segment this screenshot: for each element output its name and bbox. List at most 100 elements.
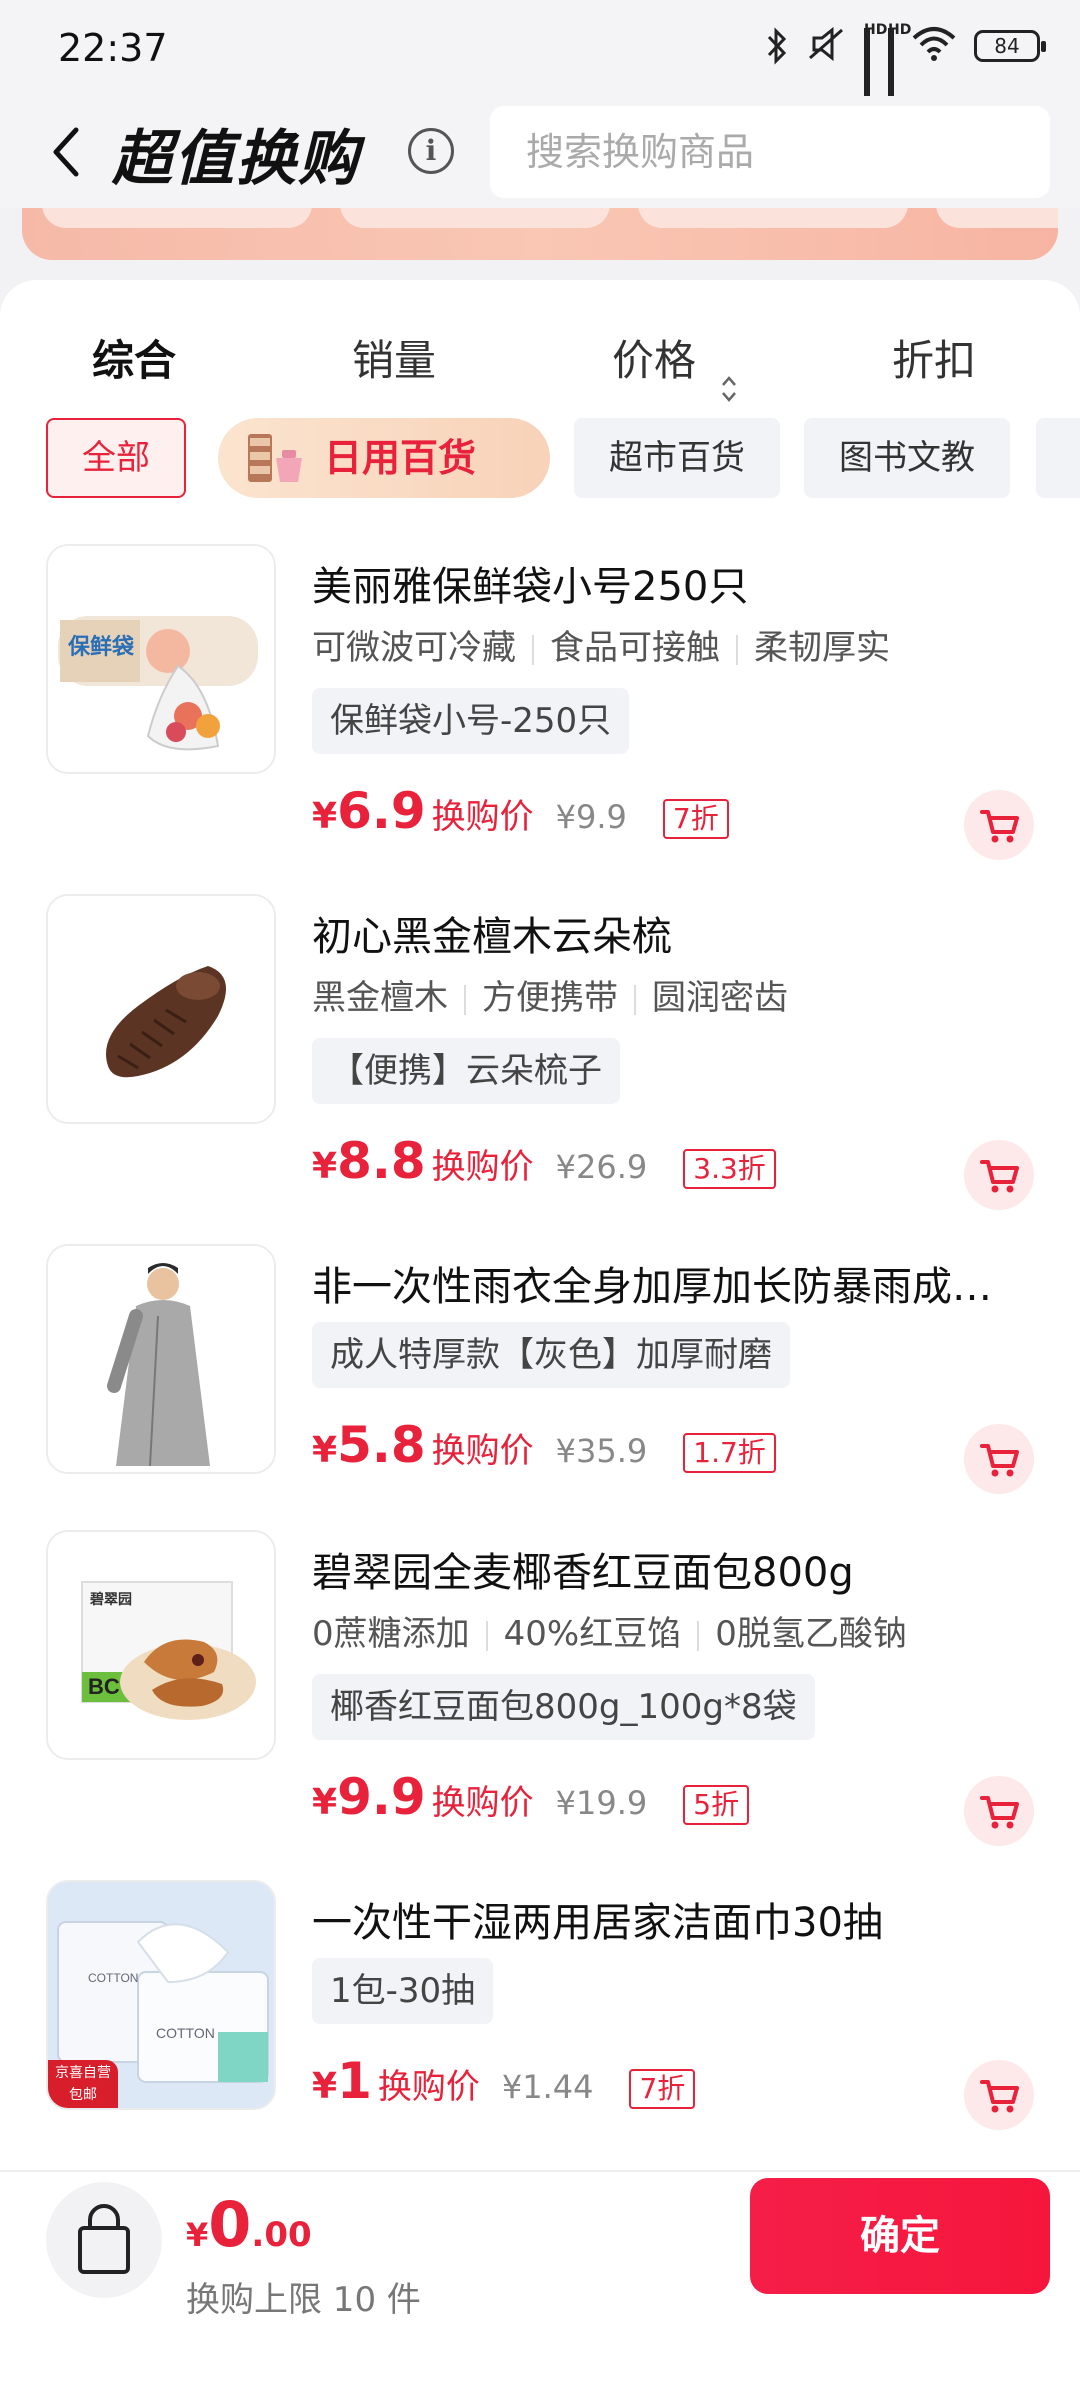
add-to-cart-button[interactable] [964,790,1034,860]
signal-icon-2: HD [888,22,911,138]
product-spec[interactable]: 【便携】云朵梳子 [312,1038,620,1104]
discount-badge: 5折 [683,1785,750,1825]
total-price: ¥0.00 [186,2188,312,2261]
price-label: 换购价 [431,1783,534,1823]
product-image: BC 碧翠园 [46,1530,276,1760]
mute-icon [806,26,846,66]
banner-pill [638,208,908,228]
exchange-price: ¥6.9 [312,782,426,840]
svg-text:COTTON: COTTON [88,1971,138,1985]
promo-banner-strip [22,208,1058,260]
sort-tab-overall[interactable]: 综合 [92,316,176,406]
sort-tabs: 综合 销量 价格 折扣 [0,316,1080,406]
page-title: 超值换购 [112,124,360,194]
product-panel: 综合 销量 价格 折扣 全部 日用百货 超市百货 图书文教 保鲜袋 美丽雅保鲜袋… [0,280,1080,2170]
svg-text:BC: BC [88,1674,120,1699]
original-price: ¥1.44 [501,2068,594,2106]
sort-tab-discount[interactable]: 折扣 [892,316,976,406]
category-filters: 全部 日用百货 超市百货 图书文教 [0,418,1080,500]
product-spec[interactable]: 成人特厚款【灰色】加厚耐磨 [312,1322,790,1388]
product-name: 美丽雅保鲜袋小号250只 [312,564,749,610]
status-time: 22:37 [58,26,168,70]
product-tag: 0脱氢乙酸钠 [715,1614,907,1654]
status-bar: 22:37 HD HD 84 [0,0,1080,138]
exchange-price: ¥5.8 [312,1416,426,1474]
product-image: 保鲜袋 [46,544,276,774]
badge-jd-self-operated: 京喜自营 包邮 [48,2060,118,2108]
original-price: ¥19.9 [555,1784,648,1822]
price-label: 换购价 [431,797,534,837]
add-to-cart-button[interactable] [964,1140,1034,1210]
sort-tab-price-label: 价格 [612,336,697,385]
product-tag: 黑金檀木 [312,978,448,1018]
product-image [46,1244,276,1474]
category-daily-goods-label: 日用百货 [324,436,477,480]
banner-pill [936,208,1058,228]
cart-icon [980,810,1019,843]
exchange-price: ¥1 [312,2052,372,2110]
product-tag: 方便携带 [482,978,618,1018]
product-spec[interactable]: 保鲜袋小号-250只 [312,688,630,754]
add-to-cart-button[interactable] [964,1424,1034,1494]
cart-icon [980,1796,1019,1829]
status-icons: HD HD 84 [766,22,1046,138]
search-input[interactable]: 搜索换购商品 [490,106,1050,198]
price-row: ¥9.9 换购价 ¥19.9 5折 [312,1768,750,1828]
sort-tab-sales[interactable]: 销量 [352,316,436,406]
discount-badge: 7折 [662,799,729,839]
info-icon[interactable]: i [408,128,454,174]
add-to-cart-button[interactable] [964,2060,1034,2130]
price-row: ¥1 换购价 ¥1.44 7折 [312,2052,696,2112]
price-row: ¥8.8 换购价 ¥26.9 3.3折 [312,1132,776,1192]
exchange-price: ¥9.9 [312,1768,426,1826]
bluetooth-icon [766,27,788,65]
product-name: 碧翠园全麦椰香红豆面包800g [312,1550,854,1596]
product-tag: 柔韧厚实 [754,628,890,668]
product-tags: 0蔗糖添加 40%红豆馅 0脱氢乙酸钠 [312,1606,907,1655]
product-tag: 0蔗糖添加 [312,1614,470,1654]
product-tag: 40%红豆馅 [503,1614,682,1654]
confirm-button[interactable]: 确定 [750,2178,1050,2294]
cart-icon [980,2080,1019,2113]
sort-tab-price[interactable]: 价格 [612,316,739,406]
exchange-price: ¥8.8 [312,1132,426,1190]
signal-icon-1: HD [864,22,887,138]
product-spec[interactable]: 椰香红豆面包800g_100g*8袋 [312,1674,815,1740]
original-price: ¥9.9 [555,798,627,836]
product-tags: 黑金檀木 方便携带 圆润密齿 [312,970,788,1019]
product-image: COTTON COTTON 京喜自营 包邮 [46,1880,276,2110]
wifi-icon [912,26,956,66]
back-icon[interactable] [46,122,86,182]
category-books[interactable]: 图书文教 [804,418,1010,498]
price-row: ¥6.9 换购价 ¥9.9 7折 [312,782,729,842]
banner-pill [42,208,312,228]
price-label: 换购价 [431,1147,534,1187]
product-tags: 可微波可冷藏 食品可接触 柔韧厚实 [312,620,890,669]
product-tag: 圆润密齿 [652,978,788,1018]
price-row: ¥5.8 换购价 ¥35.9 1.7折 [312,1416,776,1476]
sort-arrows-icon [719,347,739,402]
product-tag: 可微波可冷藏 [312,628,516,668]
svg-text:碧翠园: 碧翠园 [89,1591,132,1607]
category-daily-goods[interactable]: 日用百货 [218,418,550,498]
cart-icon [980,1444,1019,1477]
discount-badge: 7折 [629,2069,696,2109]
discount-badge: 1.7折 [683,1433,776,1473]
original-price: ¥26.9 [555,1148,648,1186]
product-tag: 食品可接触 [550,628,720,668]
banner-pill [340,208,610,228]
product-spec[interactable]: 1包-30抽 [312,1958,494,2024]
category-supermarket[interactable]: 超市百货 [574,418,780,498]
svg-text:保鲜袋: 保鲜袋 [67,634,135,659]
original-price: ¥35.9 [555,1432,648,1470]
category-more[interactable] [1036,418,1080,498]
product-name: 一次性干湿两用居家洁面巾30抽 [312,1900,883,1946]
discount-badge: 3.3折 [683,1149,776,1189]
daily-goods-icon [242,428,306,488]
category-all[interactable]: 全部 [46,418,186,498]
bag-button[interactable] [46,2182,162,2298]
cart-icon [980,1160,1019,1193]
add-to-cart-button[interactable] [964,1776,1034,1846]
price-label: 换购价 [431,1431,534,1471]
page-header: 超值换购 i 搜索换购商品 [0,96,1080,208]
